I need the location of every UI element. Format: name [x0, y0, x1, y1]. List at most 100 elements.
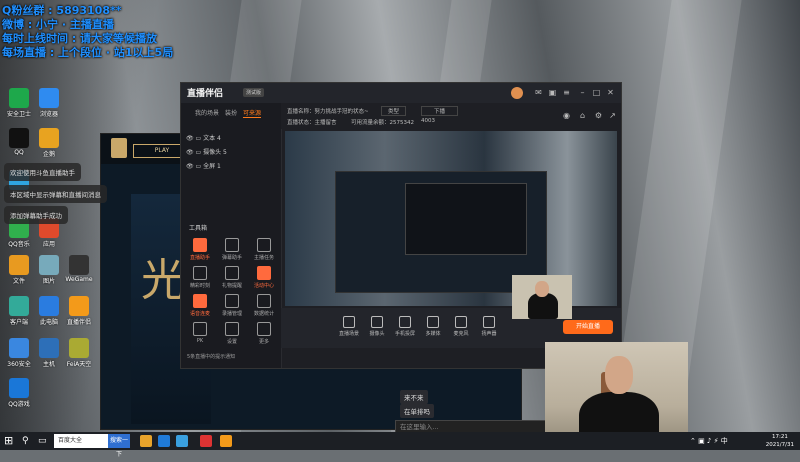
- toolbox-tool[interactable]: 设置: [219, 322, 245, 345]
- toolbox-tool[interactable]: 主播任务: [251, 238, 277, 261]
- tab-sources[interactable]: 可来源: [243, 108, 262, 118]
- desktop-icon-label: 安全卫士: [6, 111, 31, 118]
- desktop-icon-label: WeGame: [65, 276, 93, 283]
- desktop-icon[interactable]: 直播伴侣: [64, 296, 94, 326]
- desktop-icon-label: 应用: [42, 241, 55, 248]
- source-item[interactable]: 👁 ▭ 摄像头 5: [186, 147, 227, 156]
- gift-icon[interactable]: ▣: [547, 87, 558, 98]
- desktop-icon-label: 图片: [42, 278, 55, 285]
- task-view-icon[interactable]: ▭: [38, 435, 50, 447]
- desktop-icon-label: QQ: [14, 149, 24, 156]
- desktop-icon[interactable]: QQ: [4, 128, 34, 156]
- desktop-icon-label: 企鹅: [42, 151, 55, 158]
- tool-icon: [225, 294, 239, 308]
- chat-bubble: 欢迎使用斗鱼直播助手: [4, 163, 81, 181]
- toolbox-tool[interactable]: 数据统计: [251, 294, 277, 317]
- stream-status: 直播状态：主播留言: [287, 120, 337, 126]
- desktop-icon[interactable]: 此电脑: [34, 296, 64, 326]
- desktop-icon[interactable]: 客户端: [4, 296, 34, 326]
- toolbox-tool[interactable]: PK: [187, 322, 213, 344]
- desktop-icon[interactable]: QQ游戏: [4, 378, 34, 408]
- app-icon: [9, 378, 29, 398]
- app-icon[interactable]: [200, 435, 212, 447]
- bottom-toolbar-item[interactable]: 直播场景: [335, 316, 363, 337]
- tool-label: 主播任务: [253, 255, 274, 261]
- bottom-toolbar-item[interactable]: 手机投屏: [391, 316, 419, 337]
- settings-icon[interactable]: ⚙: [593, 110, 604, 121]
- desktop-icon[interactable]: 安全卫士: [4, 88, 34, 118]
- desktop-icon-label: QQ游戏: [8, 401, 30, 408]
- file-explorer-icon[interactable]: [140, 435, 152, 447]
- message-icon[interactable]: ✉: [533, 87, 544, 98]
- desktop-icon[interactable]: FeiA天空: [64, 338, 94, 368]
- toolbox-tool[interactable]: 直播助手: [187, 238, 213, 261]
- source-item[interactable]: 👁 ▭ 全屏 1: [186, 161, 221, 170]
- toolbox-tool[interactable]: 活动中心: [251, 266, 277, 289]
- desktop-icon[interactable]: 企鹅: [34, 128, 64, 158]
- desktop-icon[interactable]: WeGame: [64, 255, 94, 283]
- chat-message: 在单排吗: [400, 404, 434, 418]
- desktop-icon-label: 文件: [12, 278, 25, 285]
- start-icon[interactable]: ⊞: [4, 435, 16, 447]
- live-app-taskbar-icon[interactable]: [220, 435, 232, 447]
- desktop-icon[interactable]: 图片: [34, 255, 64, 285]
- edge-icon[interactable]: [158, 435, 170, 447]
- tray-icons[interactable]: ⌃ ▣ ♪ ⚡ 中: [690, 436, 728, 446]
- toolbar-label: 麦克风: [453, 331, 469, 337]
- bottom-toolbar-item[interactable]: 扬声器: [475, 316, 503, 337]
- toolbox-title: 工具箱: [189, 225, 208, 232]
- live-streaming-app-window[interactable]: 直播伴侣 测试版 ✉ ▣ ≡ – □ ✕ 我的场景 装扮 可来源 👁 ▭ 文本 …: [180, 82, 622, 369]
- source-item[interactable]: 👁 ▭ 文本 4: [186, 133, 221, 142]
- app-icon: [39, 338, 59, 358]
- chat-bubble: 添加弹幕助手成功: [4, 206, 68, 224]
- clock[interactable]: 17:21 2021/7/31: [766, 433, 794, 449]
- app-icon[interactable]: [176, 435, 188, 447]
- start-live-button[interactable]: 开始直播: [563, 320, 613, 334]
- toolbox-tool[interactable]: 录播管理: [219, 294, 245, 317]
- taskbar-search-button[interactable]: 搜索一下: [108, 434, 130, 458]
- app-icon: [69, 338, 89, 358]
- close-icon[interactable]: ✕: [605, 87, 616, 98]
- app-logo: 直播伴侣: [187, 89, 224, 99]
- tool-label: 语音连麦: [189, 311, 210, 317]
- tool-icon: [193, 294, 207, 308]
- stream-title[interactable]: 直播名称：努力挑战手冠的状态~: [287, 107, 369, 115]
- tab-decorate[interactable]: 装扮: [225, 108, 237, 117]
- tool-icon: [257, 322, 271, 336]
- toolbar-icon: [483, 316, 495, 328]
- toolbox-tool[interactable]: 语音连麦: [187, 294, 213, 317]
- clock-time: 17:21: [771, 434, 788, 440]
- tool-icon: [193, 322, 207, 336]
- maximize-icon[interactable]: □: [591, 87, 602, 98]
- app-icon: [39, 128, 59, 148]
- desktop-icon[interactable]: 360安全: [4, 338, 34, 368]
- end-stream-button[interactable]: 下播: [421, 106, 459, 116]
- balance-text: 可用流量余额：2575342: [351, 120, 414, 126]
- desktop-icon[interactable]: 文件: [4, 255, 34, 285]
- taskbar-search-input[interactable]: 百度大全: [54, 434, 108, 448]
- desktop-icon[interactable]: 浏览器: [34, 88, 64, 118]
- tool-label: 数据统计: [253, 311, 274, 317]
- toolbox-tool[interactable]: 精彩时刻: [187, 266, 213, 289]
- toolbox-tool[interactable]: 弹幕助手: [219, 238, 245, 261]
- menu-icon[interactable]: ≡: [561, 87, 572, 98]
- search-icon[interactable]: ⚲: [22, 435, 34, 447]
- toolbox-tool[interactable]: 礼物提醒: [219, 266, 245, 289]
- desktop-icon[interactable]: 主机: [34, 338, 64, 368]
- avatar[interactable]: [511, 87, 523, 99]
- app-icon: [9, 338, 29, 358]
- toolbox-tool[interactable]: 更多: [251, 322, 277, 345]
- category-field[interactable]: 类型: [381, 106, 407, 116]
- share-icon[interactable]: ↗: [607, 110, 618, 121]
- cart-icon[interactable]: ⌂: [577, 110, 588, 121]
- tool-label: 精彩时刻: [189, 283, 210, 289]
- bottom-toolbar-item[interactable]: 摄像头: [363, 316, 391, 337]
- bottom-toolbar-item[interactable]: 多媒体: [419, 316, 447, 337]
- bottom-toolbar-item[interactable]: 麦克风: [447, 316, 475, 337]
- record-icon[interactable]: ◉: [561, 110, 572, 121]
- version-badge: 测试版: [243, 88, 265, 97]
- desktop-icon-label: FeiA天空: [66, 361, 92, 368]
- minimize-icon[interactable]: –: [577, 87, 588, 98]
- tab-scenes[interactable]: 我的场景: [195, 108, 219, 117]
- scene-sources-panel: 我的场景 装扮 可来源 👁 ▭ 文本 4 👁 ▭ 摄像头 5 👁 ▭ 全屏 1 …: [181, 103, 282, 368]
